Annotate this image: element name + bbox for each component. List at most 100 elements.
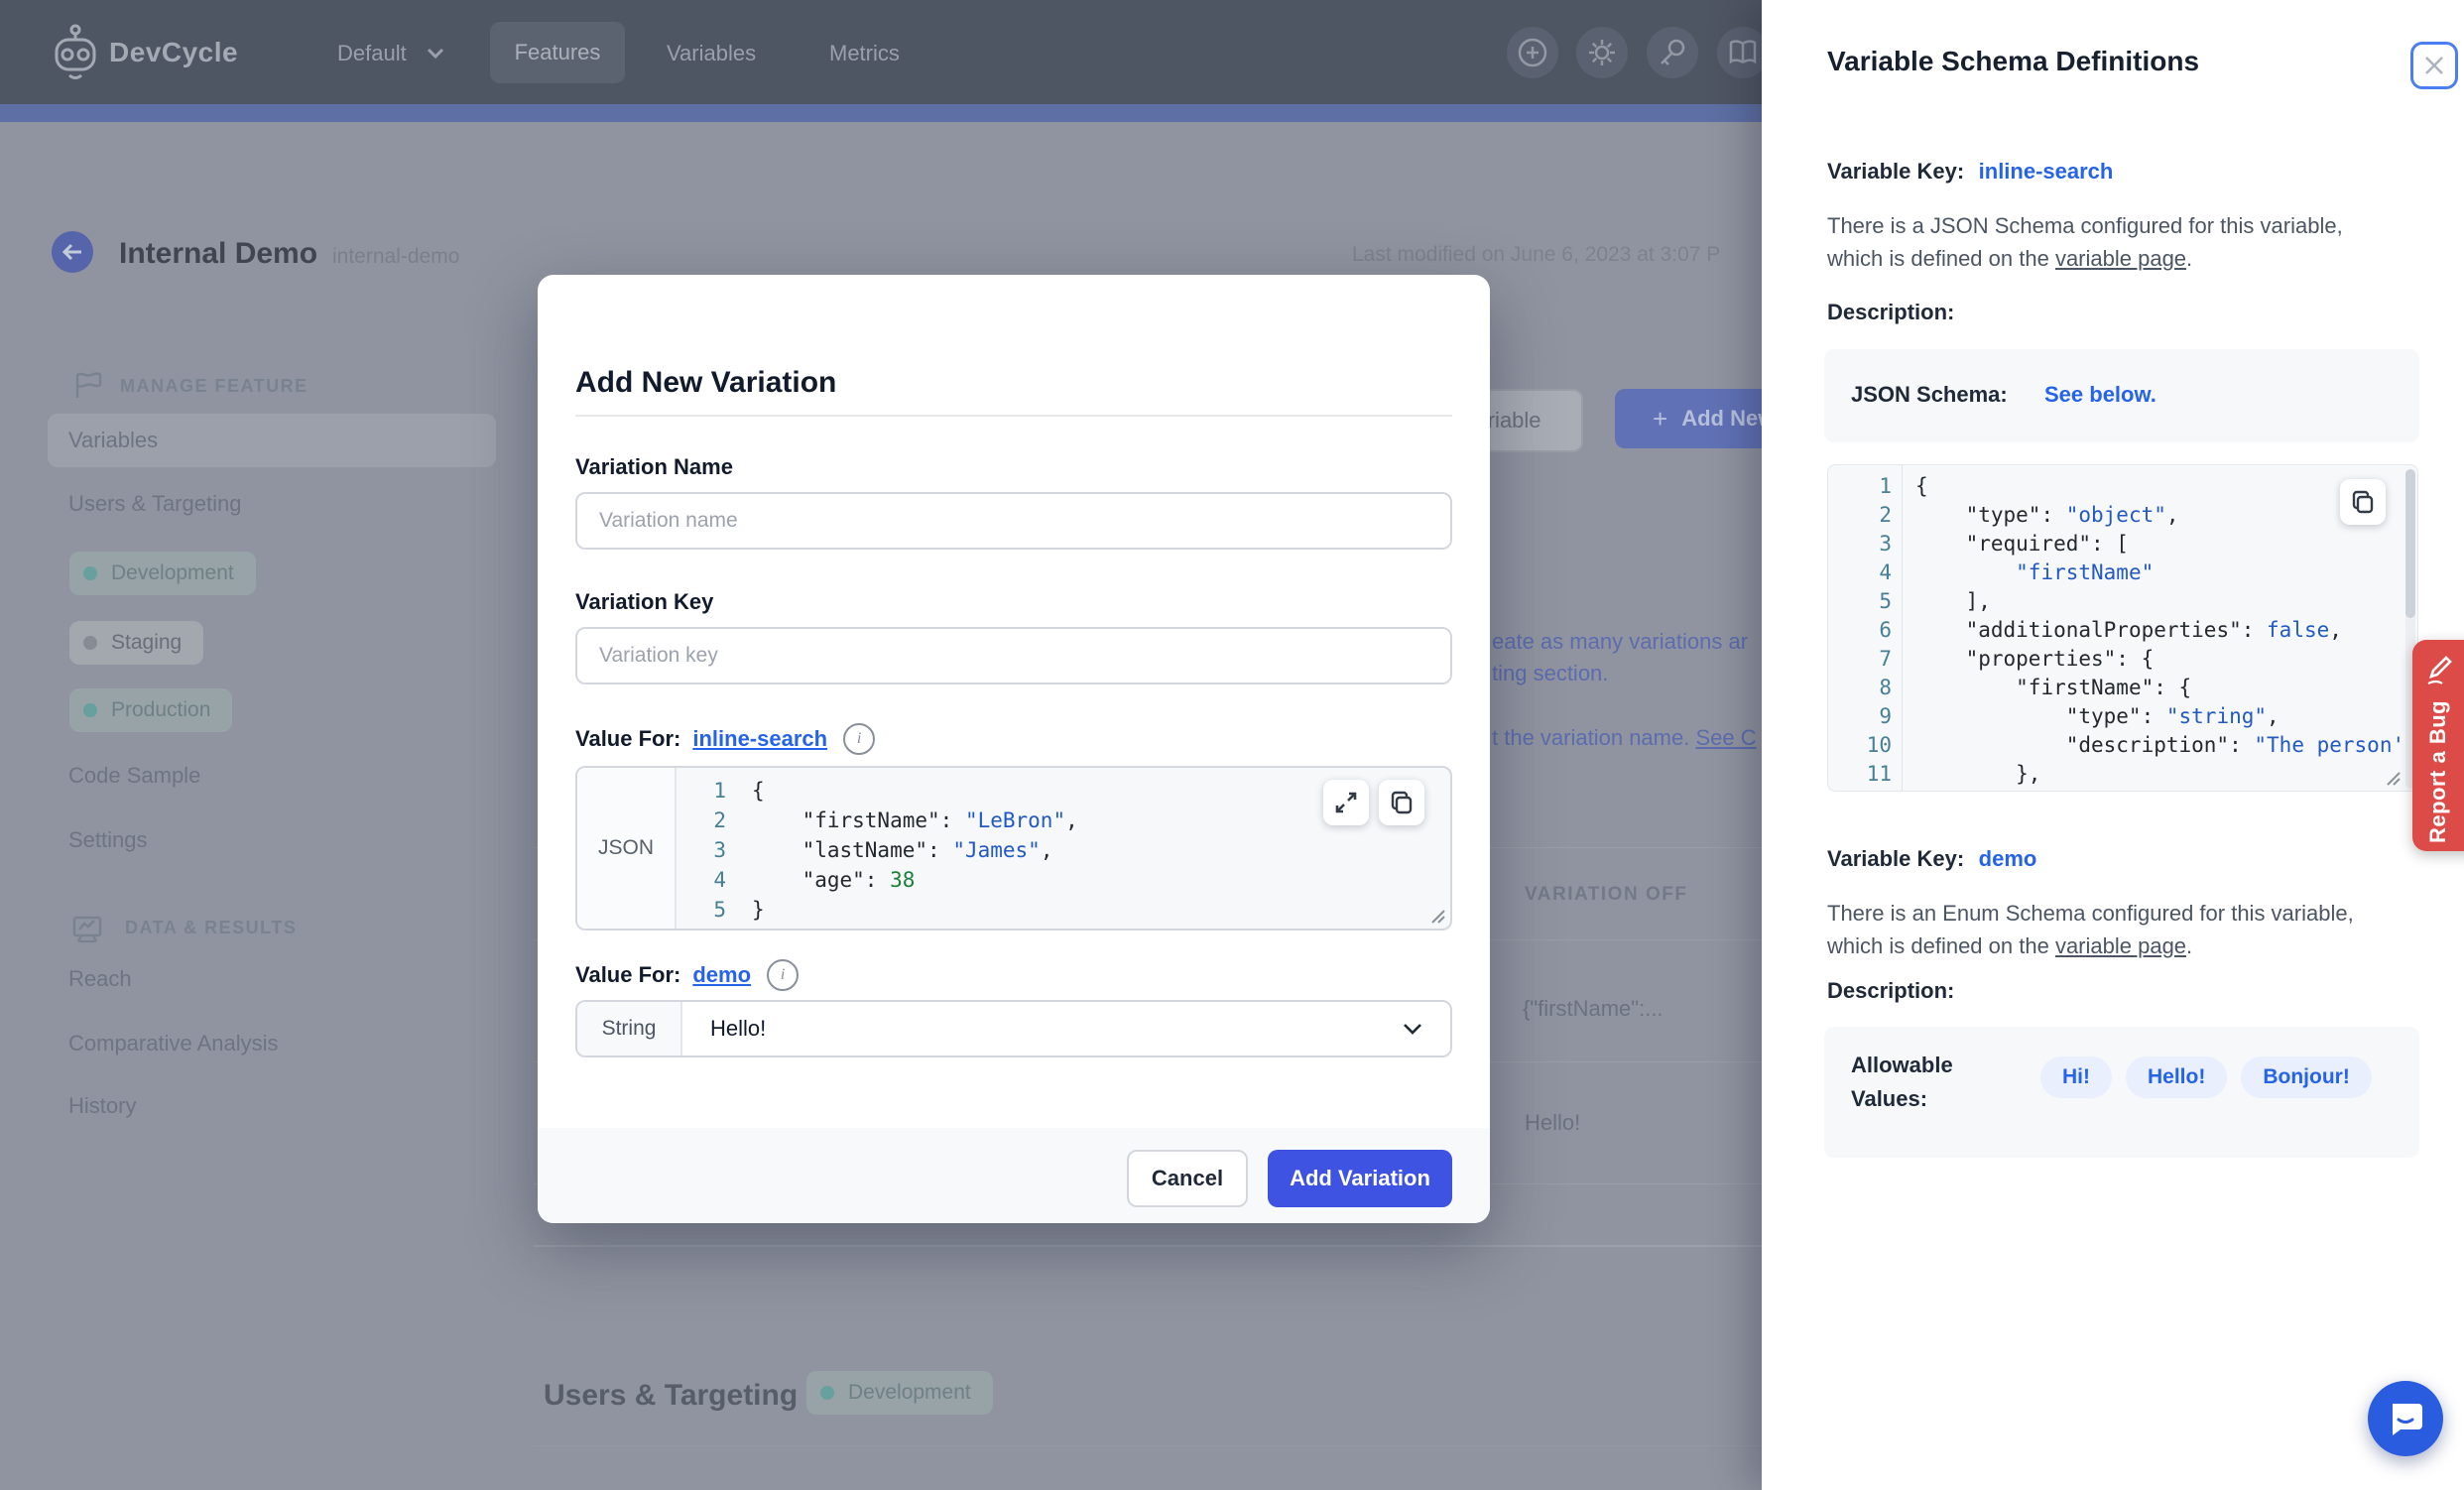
panel-title: Variable Schema Definitions (1827, 46, 2199, 77)
chat-bubble-icon (2385, 1398, 2426, 1439)
feature-key: internal-demo (332, 245, 459, 269)
copy-button[interactable] (2340, 479, 2386, 525)
variable-key-label: Variable Key: (1827, 846, 1964, 871)
allowable-value-pill: Bonjour! (2241, 1056, 2371, 1098)
create-button[interactable] (1507, 27, 1558, 78)
chevron-down-icon (425, 46, 446, 60)
schema-code[interactable]: 1{2 "type": "object",3 "required": [4 "f… (1828, 472, 2417, 789)
demo-value-select[interactable]: String Hello! (575, 1000, 1452, 1057)
sidebar-item-label: Variables (68, 428, 158, 453)
development-badge: Development (806, 1371, 993, 1415)
sidebar-env-development[interactable]: Development (69, 552, 256, 595)
value-for-demo-row: Value For: demo i (575, 960, 799, 990)
tab-features[interactable]: Features (490, 22, 625, 83)
code-line: 9 "type": "string", (1828, 702, 2417, 731)
code-line: 4 "firstName" (1828, 559, 2417, 587)
sidebar-section-data-results: DATA & RESULTS (125, 918, 297, 938)
settings-button[interactable] (1576, 27, 1628, 78)
value-for-inline-search-row: Value For: inline-search i (575, 724, 875, 754)
paragraph-end: . (2186, 246, 2192, 271)
variation-name-input[interactable] (575, 492, 1452, 550)
plus-icon: + (1653, 404, 1667, 435)
report-bug-tab[interactable]: Report a Bug (2412, 640, 2464, 851)
variable-page-link[interactable]: variable page (2055, 246, 2186, 271)
table-column-variation-off: VARIATION OFF (1525, 884, 1687, 906)
back-button[interactable] (52, 231, 93, 273)
paragraph-end: . (2186, 933, 2192, 958)
bg-paragraph-line3-text: t the variation name. (1492, 725, 1695, 750)
variation-key-label: Variation Key (575, 589, 713, 615)
resize-handle[interactable] (2384, 769, 2402, 787)
section-divider (534, 1245, 1762, 1247)
sidebar-item-reach[interactable]: Reach (68, 966, 132, 992)
chevron-down-icon (1401, 1002, 1450, 1055)
sidebar-item-variables[interactable]: Variables (48, 414, 496, 467)
code-line: 5 ], (1828, 587, 2417, 616)
modal-divider (575, 415, 1452, 417)
sidebar-item-comparative-analysis[interactable]: Comparative Analysis (68, 1031, 279, 1056)
key-icon (1656, 36, 1689, 69)
inline-search-link[interactable]: inline-search (692, 726, 827, 752)
description-label: Description: (1827, 978, 1954, 1004)
json-value-editor[interactable]: JSON 1{2 "firstName": "LeBron",3 "lastNa… (575, 766, 1452, 931)
devcycle-logo-text[interactable]: DevCycle (109, 37, 238, 68)
tab-metrics[interactable]: Metrics (829, 41, 900, 66)
code-line: 3 "required": [ (1828, 530, 2417, 559)
see-below-link[interactable]: See below. (2044, 382, 2156, 408)
demo-link[interactable]: demo (692, 962, 751, 988)
api-keys-button[interactable] (1647, 27, 1698, 78)
select-type-label: String (577, 1002, 682, 1055)
sidebar-section-manage-feature: MANAGE FEATURE (120, 376, 308, 397)
code-line: 1{ (1828, 472, 2417, 501)
sidebar-env-staging[interactable]: Staging (69, 621, 203, 665)
variable-key-link[interactable]: inline-search (1979, 159, 2114, 184)
expand-icon (1333, 790, 1359, 815)
editor-type-label: JSON (577, 768, 677, 929)
line-number: 2 (675, 806, 752, 835)
code-line: 7 "properties": { (1828, 645, 2417, 674)
variable-page-link[interactable]: variable page (2055, 933, 2186, 958)
json-schema-label: JSON Schema: (1851, 382, 2008, 408)
allowable-values-box: Allowable Values: Hi!Hello!Bonjour! (1824, 1027, 2419, 1158)
add-variation-button[interactable]: Add Variation (1268, 1150, 1452, 1207)
sidebar-item-history[interactable]: History (68, 1093, 136, 1119)
section-divider (534, 1445, 1762, 1446)
close-panel-button[interactable] (2410, 42, 2458, 89)
variable-key-link[interactable]: demo (1979, 846, 2037, 871)
sidebar-item-code-sample[interactable]: Code Sample (68, 763, 200, 789)
table-row-cell: Hello! (1525, 1110, 1580, 1136)
close-icon (2421, 53, 2447, 78)
resize-handle[interactable] (1428, 907, 1446, 925)
sidebar-env-production[interactable]: Production (69, 688, 232, 732)
info-icon[interactable]: i (767, 959, 799, 991)
allowable-values-list: Hi!Hello!Bonjour! (2040, 1056, 2386, 1098)
report-bug-label: Report a Bug (2412, 697, 2464, 846)
bg-paragraph-line3: t the variation name. See C (1492, 725, 1757, 751)
sidebar-item-users-targeting[interactable]: Users & Targeting (68, 491, 241, 517)
schema-paragraph: There is an Enum Schema configured for t… (1827, 897, 2402, 962)
paragraph-line: which is defined on the (1827, 246, 2055, 271)
variable-key-row: Variable Key: inline-search (1827, 159, 2113, 185)
bg-see-link[interactable]: See C (1695, 725, 1756, 750)
code-line: 11 }, (1828, 760, 2417, 789)
chat-widget-button[interactable] (2368, 1381, 2443, 1456)
scrollbar-thumb[interactable] (2405, 469, 2415, 618)
value-for-label: Value For: (575, 726, 680, 752)
gear-icon (1585, 36, 1619, 69)
schema-code-block[interactable]: 1{2 "type": "object",3 "required": [4 "f… (1827, 464, 2418, 792)
devcycle-logo-icon[interactable] (52, 24, 99, 81)
flag-icon (73, 372, 103, 400)
line-number: 5 (675, 895, 752, 925)
info-icon[interactable]: i (843, 723, 875, 755)
value-for-label: Value For: (575, 962, 680, 988)
variation-key-input[interactable] (575, 627, 1452, 684)
allowable-value-pill: Hello! (2126, 1056, 2227, 1098)
copy-button[interactable] (1379, 780, 1424, 825)
cancel-button[interactable]: Cancel (1127, 1150, 1248, 1207)
sidebar-item-settings[interactable]: Settings (68, 827, 148, 853)
app-screen: DevCycle Default Features Variables Metr… (0, 0, 2464, 1490)
tab-variables[interactable]: Variables (667, 41, 756, 66)
env-label: Development (111, 561, 234, 585)
project-selector[interactable]: Default (337, 41, 407, 66)
expand-button[interactable] (1323, 780, 1369, 825)
